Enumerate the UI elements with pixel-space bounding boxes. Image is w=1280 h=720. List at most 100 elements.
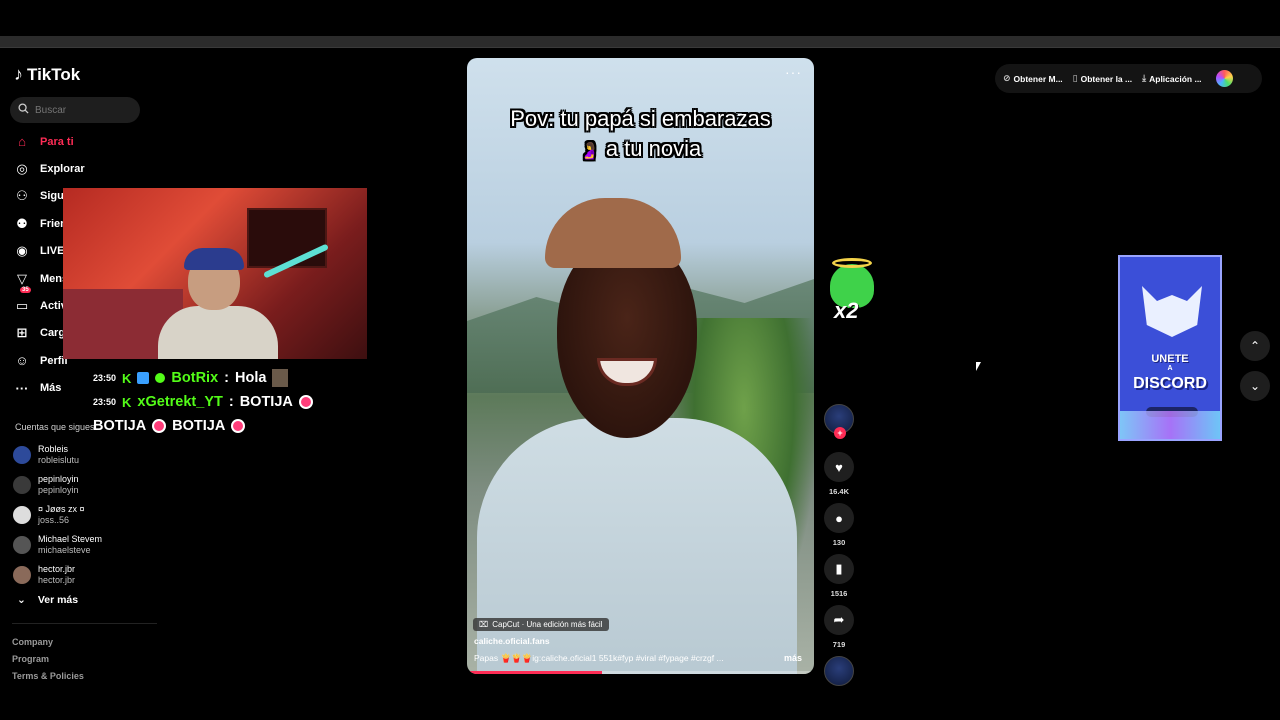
profile-icon: ☺ <box>15 353 29 369</box>
browser-bar <box>0 36 1280 48</box>
search-box[interactable] <box>10 97 140 123</box>
topbar-label: Aplicación ... <box>1149 73 1202 84</box>
comment-icon: ● <box>835 510 843 526</box>
live-icon: ◉ <box>16 243 28 259</box>
emote-icon <box>298 395 313 409</box>
save-button[interactable]: ▮ <box>824 554 854 584</box>
account-handle: michaelsteve <box>38 545 91 555</box>
account-handle: robleislutu <box>38 455 80 465</box>
following-account-michael[interactable]: Michael Stevem michaelsteve <box>13 530 102 560</box>
emote-icon <box>272 369 289 387</box>
share-icon: ➦ <box>833 612 845 627</box>
avatar <box>13 566 31 584</box>
topbar-label: Obtener M... <box>1013 73 1063 84</box>
get-app-button[interactable]: ▯ Obtener la ... <box>1073 73 1132 84</box>
video-actions: + ♥ 16.4K ● 130 ▮ 1516 ➦ 719 <box>822 404 856 686</box>
footer-link-terms[interactable]: Terms & Policies <box>12 668 84 685</box>
chat-sep: : <box>224 370 229 386</box>
halo-icon <box>832 258 872 268</box>
video-player[interactable]: Pov: tu papá si embarazas 🤰 a tu novia ·… <box>467 58 814 674</box>
get-coins-button[interactable]: ⊘ Obtener M... <box>1003 73 1063 84</box>
nav-explore[interactable]: ◎ Explorar <box>14 155 93 182</box>
chat-line: BOTIJA BOTIJA <box>93 414 313 438</box>
bot-badge-icon <box>137 372 150 384</box>
capcut-icon: ⌧ <box>479 620 489 629</box>
bookmark-icon: ▮ <box>835 561 843 576</box>
following-account-pepinloyin[interactable]: pepinloyin pepinloyin <box>13 470 102 500</box>
top-actions: ⊘ Obtener M... ▯ Obtener la ... ⤓ Aplicació… <box>995 64 1262 93</box>
see-more-button[interactable]: ⌄ Ver más <box>17 594 78 606</box>
chat-time: 23:50 <box>93 373 117 383</box>
profile-avatar[interactable] <box>1215 70 1233 87</box>
streamer-webcam <box>63 188 367 359</box>
account-name: Robleis <box>38 444 69 454</box>
footer-link-company[interactable]: Company <box>12 634 84 651</box>
avatar <box>13 536 31 554</box>
tiktok-logo[interactable]: ♪ TikTok <box>14 64 80 85</box>
creator-avatar[interactable]: + <box>824 404 854 439</box>
banner-line: A <box>1167 365 1173 372</box>
stream-sticker: x2 <box>826 258 878 328</box>
banner-bottom <box>1120 411 1220 439</box>
nav-more[interactable]: ··· Más <box>14 375 93 402</box>
search-input[interactable] <box>35 104 125 116</box>
friends-icon: ⚉ <box>16 215 28 231</box>
desktop-app-button[interactable]: ⤓ Aplicación ... <box>1142 73 1201 84</box>
video-author[interactable]: caliche.oficial.fans <box>474 636 550 646</box>
emote-icon <box>231 419 246 433</box>
avatar <box>13 476 31 494</box>
app-title: TikTok <box>27 64 81 84</box>
like-button[interactable]: ♥ <box>824 452 854 482</box>
nav-for-you[interactable]: ⌂ Para ti <box>14 128 93 155</box>
footer-link-program[interactable]: Program <box>12 651 84 668</box>
avatar <box>13 506 31 524</box>
chat-message: BOTIJA <box>93 418 147 434</box>
capcut-tag[interactable]: ⌧ CapCut · Una edición más fácil <box>473 618 609 631</box>
stream-chat-overlay: 23:50 K BotRix : Hola 23:50 K xGetrekt_Y… <box>93 366 313 438</box>
video-progress-fill <box>467 671 603 674</box>
account-name: Michael Stevem <box>38 534 103 544</box>
search-icon <box>18 103 29 117</box>
banner-line: DISCORD <box>1133 375 1207 392</box>
share-count: 719 <box>832 640 846 649</box>
compass-icon: ◎ <box>16 161 28 177</box>
tiktok-note-icon: ♪ <box>14 64 23 84</box>
phone-icon: ▯ <box>1072 73 1078 83</box>
kick-icon: K <box>122 370 132 386</box>
messages-icon: ▽ <box>17 270 27 286</box>
following-account-robleis[interactable]: Robleis robleislutu <box>13 440 102 470</box>
avatar <box>13 446 31 464</box>
kick-icon: K <box>122 394 132 410</box>
comment-count: 130 <box>832 538 846 547</box>
chat-line: 23:50 K BotRix : Hola <box>93 366 313 390</box>
more-options-button[interactable]: ··· <box>785 64 802 80</box>
account-name: hector.jbr <box>38 564 76 574</box>
download-icon: ⤓ <box>1142 73 1147 83</box>
coin-icon: ⊘ <box>1003 73 1011 83</box>
following-account-joss[interactable]: ¤ Jøøs zx ¤ joss..56 <box>13 500 102 530</box>
more-description-button[interactable]: más <box>784 653 802 663</box>
verified-icon <box>155 373 166 383</box>
more-icon: ··· <box>15 380 29 396</box>
next-video-button[interactable]: ⌄ <box>1240 371 1270 401</box>
save-count: 1516 <box>830 589 848 598</box>
discord-cat-icon <box>1142 286 1202 337</box>
account-handle: pepinloyin <box>38 485 79 495</box>
music-disc-avatar[interactable] <box>824 656 854 686</box>
comment-button[interactable]: ● <box>824 503 854 533</box>
following-account-hector[interactable]: hector.jbr hector.jbr <box>13 560 102 590</box>
share-button[interactable]: ➦ <box>824 605 854 635</box>
footer-links: Company Program Terms & Policies <box>12 634 84 685</box>
webcam-person <box>158 248 278 359</box>
account-handle: hector.jbr <box>38 575 76 585</box>
upload-icon: ⊞ <box>16 325 28 341</box>
chat-time: 23:50 <box>93 397 117 407</box>
previous-video-button[interactable]: ⌃ <box>1240 331 1270 361</box>
overlay-line-text: a tu novia <box>605 136 702 161</box>
video-progress-bar[interactable] <box>467 671 814 674</box>
topbar-label: Obtener la ... <box>1080 73 1133 84</box>
overlay-line: Pov: tu papá si embarazas <box>510 106 771 131</box>
chevron-down-icon: ⌄ <box>1249 379 1261 393</box>
account-handle: joss..56 <box>38 515 70 525</box>
follow-plus-icon[interactable]: + <box>834 427 846 439</box>
